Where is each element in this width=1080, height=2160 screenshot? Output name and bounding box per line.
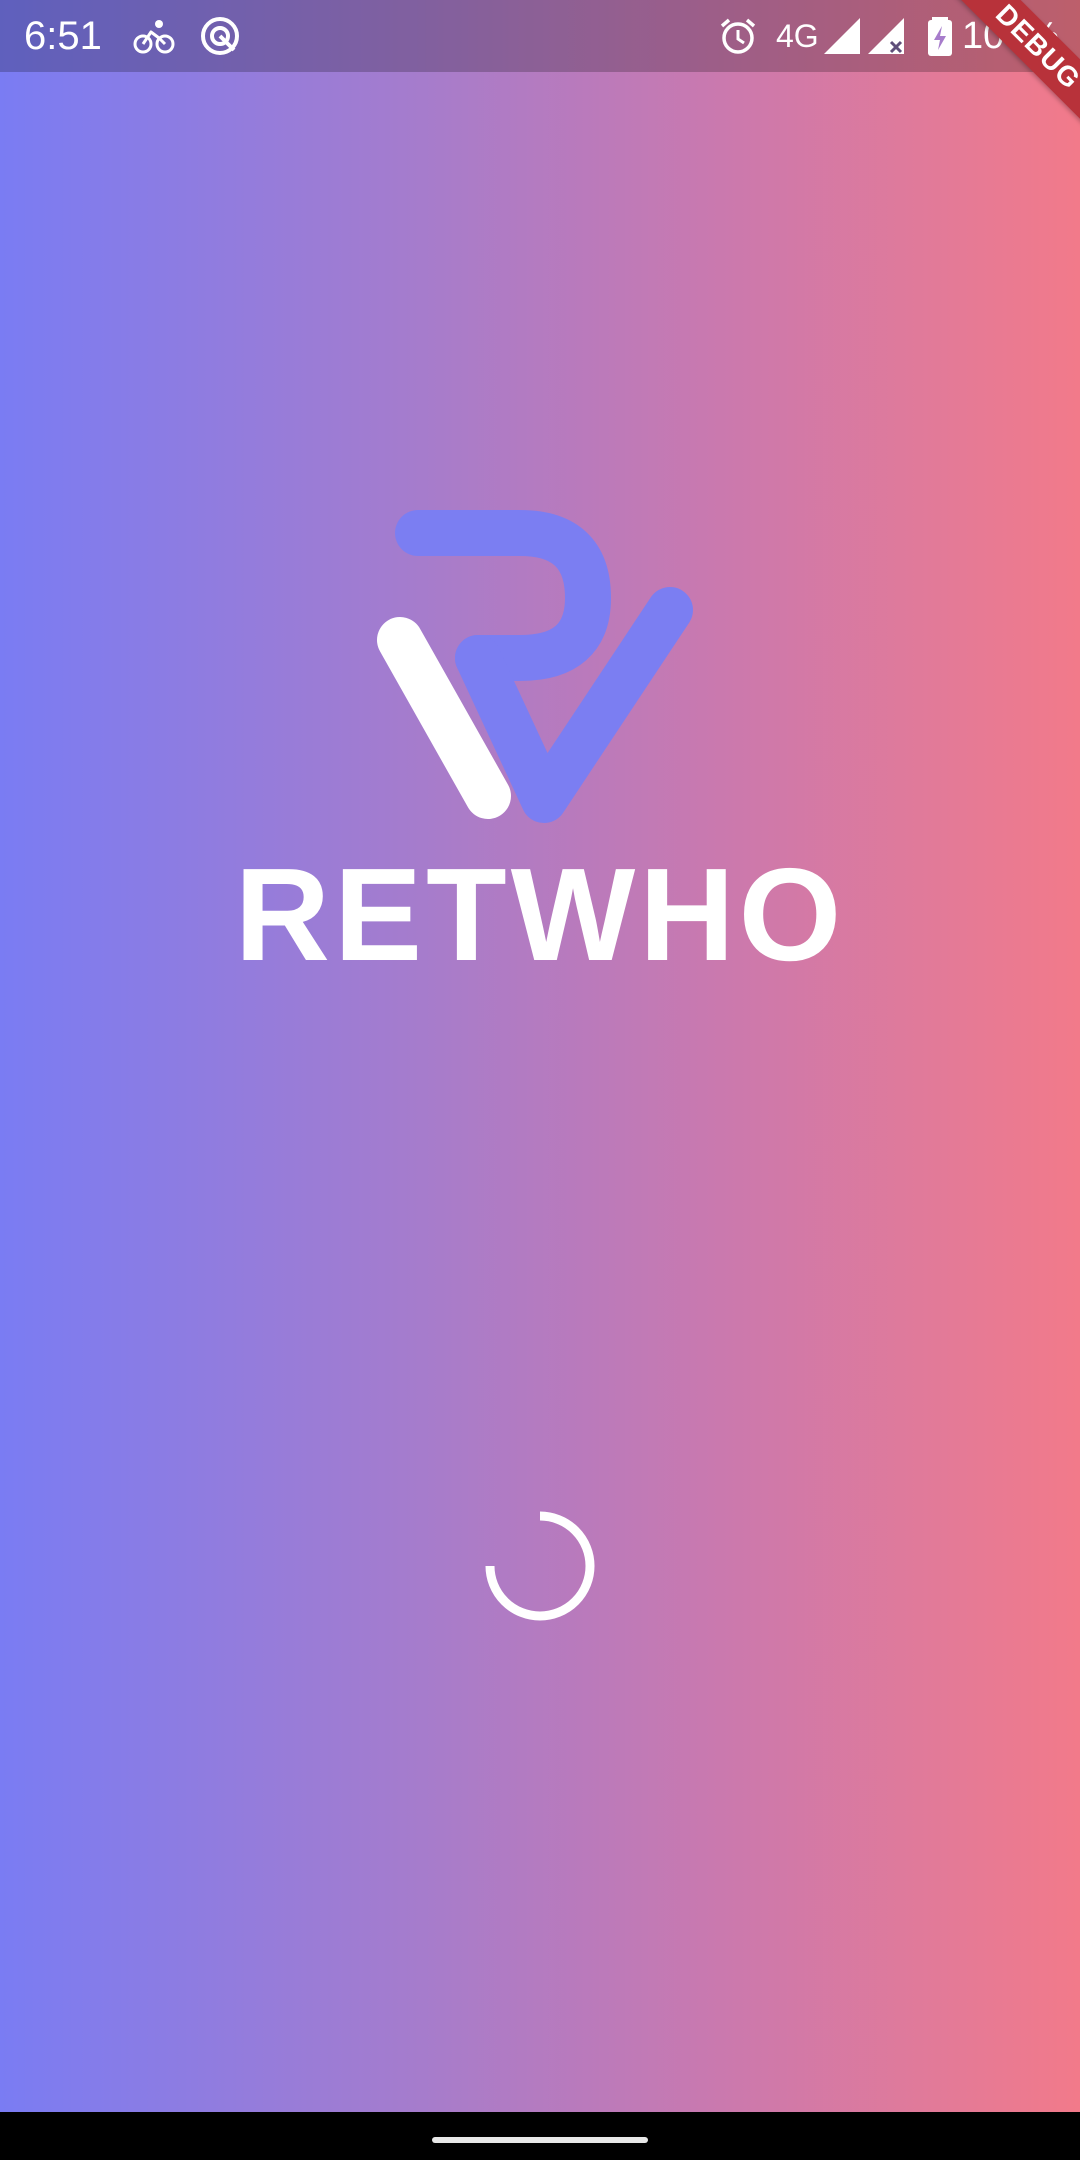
cycling-icon	[133, 20, 175, 54]
alarm-icon	[720, 18, 756, 54]
signal-no-sim-icon	[868, 18, 904, 54]
retwho-logo-icon	[377, 510, 693, 823]
home-gesture-handle[interactable]	[432, 2137, 648, 2143]
navigation-bar	[0, 2112, 1080, 2160]
signal-icon	[824, 18, 860, 54]
splash-screen: 6:51 4G 100%	[0, 0, 1080, 2160]
battery-charging-icon	[928, 17, 952, 56]
loading-spinner	[485, 1511, 595, 1621]
status-bar: 6:51 4G 100%	[0, 0, 1080, 72]
app-name: RETWHO	[234, 841, 846, 988]
status-time: 6:51	[24, 14, 102, 58]
network-type: 4G	[776, 18, 819, 54]
data-saver-icon	[201, 17, 239, 55]
